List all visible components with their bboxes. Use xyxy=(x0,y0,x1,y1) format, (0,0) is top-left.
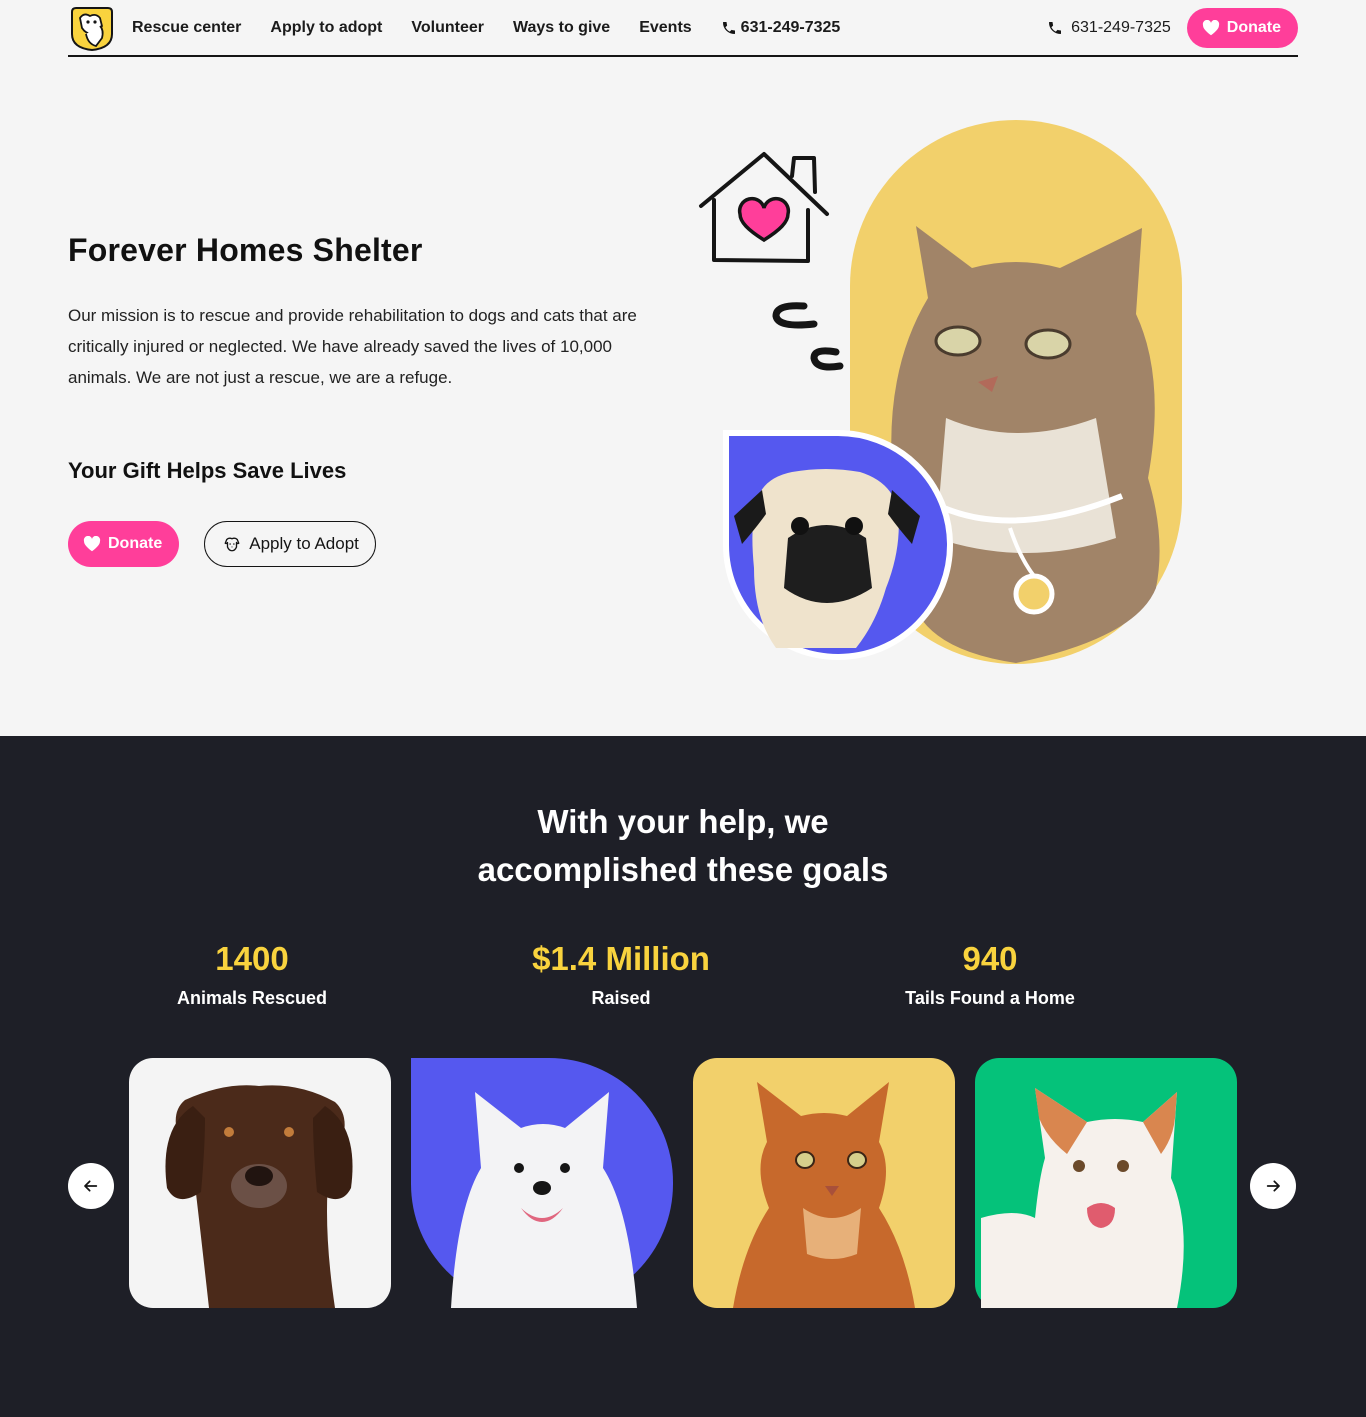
stat-value: $1.4 Million xyxy=(532,940,710,977)
pet-card-orange-cat[interactable] xyxy=(693,1058,955,1308)
goals-title-line-1: With your help, we xyxy=(537,803,829,840)
arrow-left-icon xyxy=(84,1180,98,1192)
nav-link-events[interactable]: Events xyxy=(639,19,691,37)
nav-link-apply-to-adopt[interactable]: Apply to adopt xyxy=(270,19,382,37)
dog-face-icon xyxy=(224,537,240,552)
stat-value: 1400 xyxy=(215,940,289,977)
header-donate-label: Donate xyxy=(1226,18,1281,36)
hero-donate-label: Donate xyxy=(108,535,163,552)
sleep-doodle-1 xyxy=(772,302,818,329)
stat-raised: $1.4 Million Raised xyxy=(441,936,801,1009)
arrow-right-icon xyxy=(1266,1180,1280,1192)
header-phone-link[interactable]: 631-249-7325 xyxy=(1047,19,1171,37)
header-donate-button[interactable]: Donate xyxy=(1186,7,1298,48)
hero-donate-button[interactable]: Donate xyxy=(68,521,180,567)
goals-title: With your help, we accomplished these go… xyxy=(0,798,1366,894)
nav-link-volunteer[interactable]: Volunteer xyxy=(411,19,484,37)
hero-mission-text: Our mission is to rescue and provide reh… xyxy=(68,306,637,387)
stat-tails-found-home: 940 Tails Found a Home xyxy=(810,936,1170,1009)
stat-label: Tails Found a Home xyxy=(905,988,1075,1008)
goals-section: With your help, we accomplished these go… xyxy=(0,736,1366,1417)
nav-phone-link[interactable]: 631-249-7325 xyxy=(721,18,841,37)
hero-pets-illustration xyxy=(699,120,1182,664)
hero-subtitle: Your Gift Helps Save Lives xyxy=(68,458,347,483)
stat-label: Raised xyxy=(591,988,651,1008)
site-header: Rescue center Apply to adopt Volunteer W… xyxy=(68,0,1298,57)
main-nav: Rescue center Apply to adopt Volunteer W… xyxy=(132,19,840,37)
phone-icon xyxy=(1049,21,1062,34)
apply-to-adopt-label: Apply to Adopt xyxy=(249,534,359,553)
hero-buttons: Donate Apply to Adopt xyxy=(68,521,376,567)
pet-card-white-orange-cat[interactable] xyxy=(975,1058,1237,1308)
header-phone-number: 631-249-7325 xyxy=(1071,18,1171,36)
sleep-doodle-2 xyxy=(810,347,844,371)
pet-card-brown-dog[interactable] xyxy=(129,1058,391,1308)
dog-cat-logo-icon[interactable] xyxy=(68,4,116,52)
stat-animals-rescued: 1400 Animals Rescued xyxy=(72,936,432,1009)
carousel-prev-button[interactable] xyxy=(68,1163,114,1209)
heart-icon xyxy=(737,196,791,243)
apply-to-adopt-button[interactable]: Apply to Adopt xyxy=(204,521,376,567)
pet-card-white-dog[interactable] xyxy=(411,1058,673,1308)
stat-label: Animals Rescued xyxy=(176,988,328,1008)
nav-link-ways-to-give[interactable]: Ways to give xyxy=(513,19,610,37)
phone-icon xyxy=(722,21,735,34)
stat-value: 940 xyxy=(962,940,1018,977)
header-actions: 631-249-7325 Donate xyxy=(1047,7,1298,48)
hero-title: Forever Homes Shelter xyxy=(68,232,423,268)
heart-icon xyxy=(83,536,101,552)
heart-icon xyxy=(1202,19,1219,35)
goals-title-line-2: accomplished these goals xyxy=(477,851,889,888)
nav-link-rescue-center[interactable]: Rescue center xyxy=(132,19,241,37)
carousel-next-button[interactable] xyxy=(1250,1163,1296,1209)
nav-phone-number: 631-249-7325 xyxy=(740,18,841,36)
